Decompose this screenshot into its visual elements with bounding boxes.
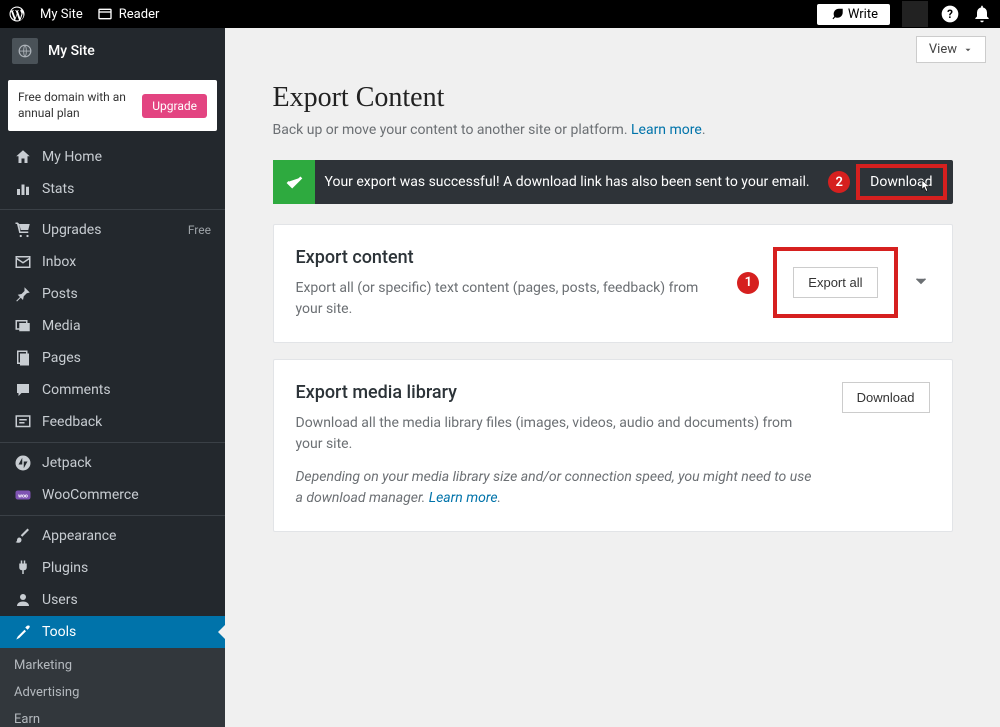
callout-2: 2 xyxy=(828,171,850,193)
sidebar-item-label: Stats xyxy=(42,181,74,197)
feedback-icon xyxy=(14,413,32,431)
brush-icon xyxy=(14,527,32,545)
page-title: Export Content xyxy=(273,82,953,114)
sidebar-item-label: Users xyxy=(42,592,78,608)
caret-down-icon xyxy=(963,45,973,55)
jetpack-icon xyxy=(14,454,32,472)
help-icon[interactable]: ? xyxy=(940,4,960,24)
reader-label: Reader xyxy=(119,7,160,22)
view-label: View xyxy=(929,42,957,57)
sidebar-item-media[interactable]: Media xyxy=(0,310,225,342)
home-icon xyxy=(14,148,32,166)
sidebar-item-label: Tools xyxy=(42,624,76,640)
site-name: My Site xyxy=(48,43,95,59)
pin-icon xyxy=(14,285,32,303)
sidebar-item-pages[interactable]: Pages xyxy=(0,342,225,374)
sidebar-item-feedback[interactable]: Feedback xyxy=(0,406,225,438)
main-content: View Export Content Back up or move your… xyxy=(225,28,1000,727)
card-title: Export content xyxy=(296,247,718,268)
sidebar-item-comments[interactable]: Comments xyxy=(0,374,225,406)
site-avatar xyxy=(12,38,38,64)
sidebar-item-inbox[interactable]: Inbox xyxy=(0,246,225,278)
export-content-card: Export content Export all (or specific) … xyxy=(273,224,953,343)
write-label: Write xyxy=(848,7,878,22)
bell-icon[interactable] xyxy=(972,4,992,24)
sidebar-item-tools[interactable]: Tools xyxy=(0,616,225,648)
topbar-avatar-slot[interactable] xyxy=(902,1,928,27)
my-site-link[interactable]: My Site xyxy=(40,7,83,22)
download-media-button[interactable]: Download xyxy=(842,382,930,413)
sidebar-item-posts[interactable]: Posts xyxy=(0,278,225,310)
sidebar-item-label: My Home xyxy=(42,149,102,165)
svg-text:?: ? xyxy=(947,7,953,21)
card-desc-2: Depending on your media library size and… xyxy=(296,467,822,509)
success-notice: Your export was successful! A download l… xyxy=(273,160,953,204)
sidebar-item-label: WooCommerce xyxy=(42,487,139,503)
my-site-label: My Site xyxy=(40,7,83,22)
card-desc-1: Download all the media library files (im… xyxy=(296,413,822,455)
check-icon xyxy=(273,160,315,204)
reader-link[interactable]: Reader xyxy=(97,6,160,22)
sidebar-item-upgrades[interactable]: Upgrades Free xyxy=(0,214,225,246)
card-title: Export media library xyxy=(296,382,822,403)
site-header[interactable]: My Site xyxy=(0,28,225,74)
sidebar-item-woocommerce[interactable]: woo WooCommerce xyxy=(0,479,225,511)
card-desc: Export all (or specific) text content (p… xyxy=(296,278,718,320)
wp-logo[interactable] xyxy=(8,5,26,23)
subnav-marketing[interactable]: Marketing xyxy=(0,652,225,679)
export-all-highlight: Export all xyxy=(773,247,897,318)
plug-icon xyxy=(14,559,32,577)
sidebar-item-home[interactable]: My Home xyxy=(0,141,225,173)
tools-submenu: Marketing Advertising Earn Import Export xyxy=(0,648,225,727)
export-all-button[interactable]: Export all xyxy=(793,267,877,298)
sidebar-item-users[interactable]: Users xyxy=(0,584,225,616)
notice-text: Your export was successful! A download l… xyxy=(315,162,857,202)
sidebar-item-plugins[interactable]: Plugins xyxy=(0,552,225,584)
upgrade-card: Free domain with an annual plan Upgrade xyxy=(8,80,217,131)
cart-icon xyxy=(14,221,32,239)
sidebar-item-label: Media xyxy=(42,318,81,334)
sidebar-item-stats[interactable]: Stats xyxy=(0,173,225,205)
mail-icon xyxy=(14,253,32,271)
media-icon xyxy=(14,317,32,335)
sidebar-item-appearance[interactable]: Appearance xyxy=(0,520,225,552)
callout-1: 1 xyxy=(737,272,759,294)
sidebar-item-label: Comments xyxy=(42,382,111,398)
stats-icon xyxy=(14,180,32,198)
sidebar-item-label: Plugins xyxy=(42,560,88,576)
page-subtitle: Back up or move your content to another … xyxy=(273,122,953,138)
wrench-icon xyxy=(14,623,32,641)
sidebar-item-label: Appearance xyxy=(42,528,116,544)
svg-text:woo: woo xyxy=(18,493,28,499)
sidebar-item-label: Upgrades xyxy=(42,222,101,238)
notice-download-wrap: 2 Download xyxy=(856,164,946,200)
upgrade-button[interactable]: Upgrade xyxy=(142,94,207,118)
pages-icon xyxy=(14,349,32,367)
sidebar-item-label: Feedback xyxy=(42,414,102,430)
subnav-earn[interactable]: Earn xyxy=(0,706,225,727)
write-button[interactable]: Write xyxy=(817,4,890,25)
woo-icon: woo xyxy=(14,486,32,504)
upgrade-text: Free domain with an annual plan xyxy=(18,90,128,121)
sidebar-item-label: Pages xyxy=(42,350,81,366)
reader-icon xyxy=(97,6,113,22)
chevron-down-icon[interactable] xyxy=(912,272,930,294)
cursor-icon xyxy=(919,178,933,194)
sidebar-item-label: Posts xyxy=(42,286,78,302)
view-button[interactable]: View xyxy=(916,36,986,63)
upgrades-badge: Free xyxy=(188,223,211,237)
leaf-icon xyxy=(829,7,843,21)
sidebar-item-jetpack[interactable]: Jetpack xyxy=(0,447,225,479)
user-icon xyxy=(14,591,32,609)
subnav-advertising[interactable]: Advertising xyxy=(0,679,225,706)
export-media-card: Export media library Download all the me… xyxy=(273,359,953,532)
sidebar: My Site Free domain with an annual plan … xyxy=(0,28,225,727)
sidebar-item-label: Inbox xyxy=(42,254,76,270)
comment-icon xyxy=(14,381,32,399)
learn-more-link[interactable]: Learn more xyxy=(631,122,702,138)
learn-more-link-2[interactable]: Learn more xyxy=(429,490,498,506)
sidebar-item-label: Jetpack xyxy=(42,455,92,471)
